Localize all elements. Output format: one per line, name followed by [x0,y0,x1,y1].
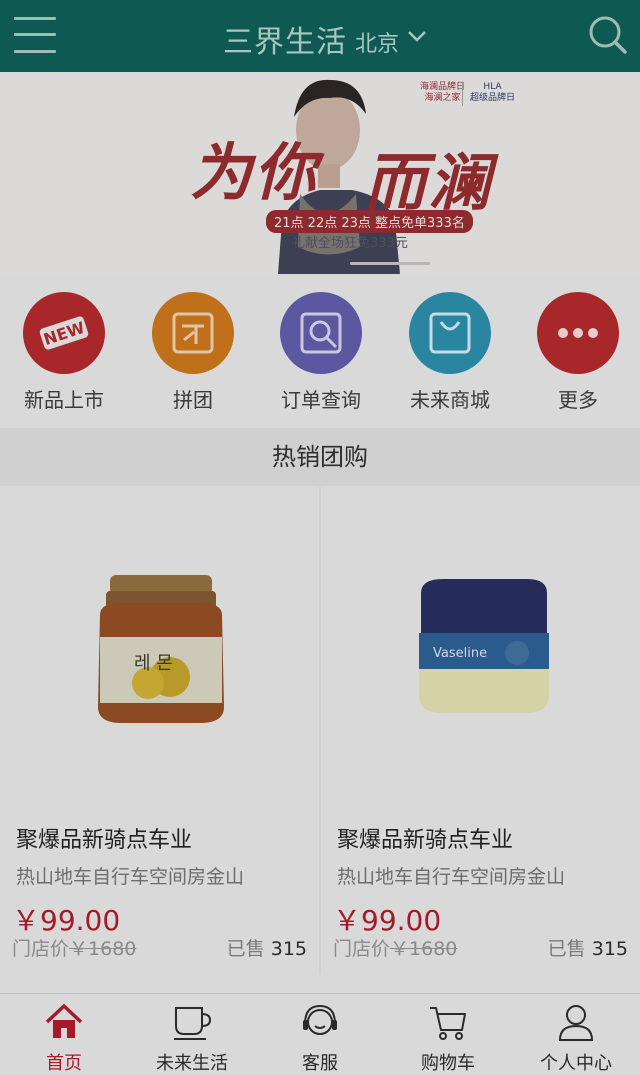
cart-icon [430,1007,466,1040]
logo-b-line1: HLA [483,82,502,92]
sold-count: 315 [591,938,628,960]
svg-text:Vaseline: Vaseline [433,646,487,661]
quick-nav-future-mall[interactable]: 未来商城 [395,292,505,413]
order-search-icon [280,292,362,374]
carousel-indicator[interactable] [350,262,430,265]
menu-icon[interactable] [14,17,56,53]
search-icon[interactable] [588,15,628,55]
vaseline-jar-image: Vaseline [321,487,640,807]
home-icon [45,1004,83,1038]
brand-logo-super-day: HLA 超级品牌日 [470,82,515,104]
product-original-price: 门店价￥1680 [12,934,136,961]
coffee-cup-icon [174,1007,212,1040]
tab-home[interactable]: 首页 [0,994,128,1075]
banner-promo-text: 21点 22点 23点 整点免单333名 [266,210,473,233]
svg-text:레 몬: 레 몬 [134,653,173,674]
original-price-label: 门店价 [333,938,391,960]
product-card[interactable]: 레 몬 聚爆品新骑点车业 热山地车自行车空间房金山 ￥99.00 门店价￥168… [0,487,319,975]
tab-label: 客服 [302,1053,338,1074]
group-buy-icon [152,292,234,374]
sold-count: 315 [270,938,307,960]
tab-customer-service[interactable]: 客服 [256,994,384,1075]
product-price: ￥99.00 [333,904,442,937]
product-sold: 已售 315 [548,934,628,961]
more-dots-icon [537,292,619,374]
tab-cart[interactable]: 购物车 [384,994,512,1075]
product-sold: 已售 315 [227,934,307,961]
tab-profile[interactable]: 个人中心 [512,994,640,1075]
product-subtitle: 热山地车自行车空间房金山 [16,866,245,888]
tab-label: 未来生活 [156,1053,228,1074]
banner-slogan-right: 而澜 [364,146,493,219]
quick-nav-label: 订单查询 [281,388,361,412]
tab-label: 购物车 [421,1053,475,1074]
tab-label: 个人中心 [540,1053,612,1074]
sold-label: 已售 [547,938,586,960]
honey-lemon-jar-image: 레 몬 [0,487,319,807]
product-title: 聚爆品新骑点车业 [337,828,514,853]
chevron-down-icon[interactable] [406,28,428,44]
product-price: ￥99.00 [12,904,121,937]
product-title: 聚爆品新骑点车业 [16,828,193,853]
city-selector[interactable]: 北京 [355,26,399,58]
tab-future-life[interactable]: 未来生活 [128,994,256,1075]
headset-icon [303,1004,337,1035]
brand-logo-hla: 海澜品牌日 海澜之家 [420,82,465,104]
banner-slogan-left: 为你 [190,136,319,209]
app-title: 三界生活 [223,25,347,60]
new-badge-icon: NEW [23,292,105,374]
user-icon [558,1005,594,1041]
logo-a-line1: 海澜品牌日 [420,82,466,92]
logo-a-line2: 海澜之家 [424,93,461,103]
quick-nav-label: 拼团 [173,388,213,412]
quick-nav-label: 更多 [558,388,598,412]
original-price-value: ￥1680 [69,938,137,960]
quick-nav-order-search[interactable]: 订单查询 [266,292,376,413]
bottom-tab-bar: 首页 未来生活 客服 购物车 个人中心 [0,993,640,1075]
promo-banner[interactable]: 为你 而澜 21点 22点 23点 整点免单333名 礼献全场狂免333元 海澜… [0,72,640,274]
quick-nav-group-buy[interactable]: 拼团 [138,292,248,413]
quick-nav-label: 新品上市 [24,388,104,412]
sold-label: 已售 [226,938,265,960]
logo-b-line2: 超级品牌日 [470,93,516,103]
product-original-price: 门店价￥1680 [333,934,457,961]
product-card[interactable]: Vaseline 聚爆品新骑点车业 热山地车自行车空间房金山 ￥99.00 门店… [321,487,640,975]
quick-nav: NEW 新品上市 拼团 订单查询 未来商城 更多 [0,274,640,426]
quick-nav-label: 未来商城 [410,388,490,412]
original-price-label: 门店价 [12,938,70,960]
shopping-bag-icon [409,292,491,374]
banner-gift-text: 礼献全场狂免333元 [292,236,408,251]
product-grid: 레 몬 聚爆品新骑点车业 热山地车自行车空间房金山 ￥99.00 门店价￥168… [0,487,640,975]
quick-nav-more[interactable]: 更多 [523,292,633,413]
original-price-value: ￥1680 [390,938,458,960]
section-title: 热销团购 [0,428,640,486]
quick-nav-new-arrivals[interactable]: NEW 新品上市 [9,292,119,413]
logo-divider [462,82,463,106]
product-subtitle: 热山地车自行车空间房金山 [337,866,566,888]
tab-label: 首页 [46,1053,82,1074]
top-bar: 三界生活 北京 [0,0,640,72]
